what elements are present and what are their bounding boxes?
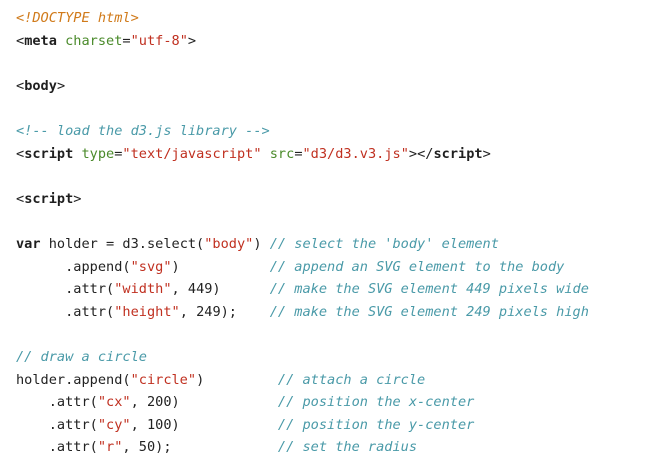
string-literal-token: "width" xyxy=(114,281,172,298)
code-text-token: > xyxy=(73,190,82,207)
comment-token: // position the x-center xyxy=(277,394,475,411)
tag-name-token: meta xyxy=(24,32,57,49)
tag-name-token: script xyxy=(24,190,74,207)
code-text-token: .attr( xyxy=(16,439,98,456)
code-line: <body> xyxy=(16,75,589,98)
code-text-token: ></ xyxy=(408,145,434,162)
string-literal-token: "utf-8" xyxy=(130,32,188,49)
code-line: <script> xyxy=(16,188,589,211)
code-text-token: , 449) xyxy=(171,281,270,298)
code-editor: <!DOCTYPE html> <meta charset="utf-8"> <bo… xyxy=(16,7,589,459)
code-line: .attr("r", 50); // set the radius xyxy=(16,436,589,459)
string-literal-token: "svg" xyxy=(130,258,172,275)
comment-token: // set the radius xyxy=(277,439,418,456)
attribute-name-token: type xyxy=(81,145,115,162)
comment-token: // make the SVG element 249 pixels high xyxy=(269,303,589,320)
string-literal-token: "r" xyxy=(97,439,123,456)
string-literal-token: "cx" xyxy=(97,394,131,411)
code-text-token: holder.append( xyxy=(16,371,131,388)
comment-token: <!-- load the d3.js library --> xyxy=(16,122,270,139)
string-literal-token: "height" xyxy=(114,303,180,320)
code-text-token: ) xyxy=(196,371,278,388)
string-literal-token: "d3/d3.v3.js" xyxy=(302,145,409,162)
code-text-token: .attr( xyxy=(16,416,98,433)
string-literal-token: "cy" xyxy=(97,416,131,433)
code-text-token: ) xyxy=(253,235,270,252)
code-line: .attr("cx", 200) // position the x-cente… xyxy=(16,391,589,414)
code-line: .attr("height", 249); // make the SVG el… xyxy=(16,301,589,324)
comment-token: // append an SVG element to the body xyxy=(269,258,565,275)
code-text-token: .append( xyxy=(16,258,131,275)
code-text-token: < xyxy=(16,145,25,162)
code-text-token: = xyxy=(294,145,303,162)
code-text-token: > xyxy=(482,145,491,162)
keyword-token: var xyxy=(16,235,41,252)
code-text-token: , 100) xyxy=(130,416,278,433)
code-text-token: > xyxy=(56,77,66,94)
code-text-token: , 50); xyxy=(122,439,278,456)
tag-name-token: script xyxy=(433,145,483,162)
code-line: // draw a circle xyxy=(16,346,589,369)
comment-token: // position the y-center xyxy=(277,416,475,433)
comment-token: // attach a circle xyxy=(277,371,426,388)
code-line: .attr("cy", 100) // position the y-cente… xyxy=(16,414,589,437)
comment-token: // select the 'body' element xyxy=(269,235,499,252)
comment-token: // make the SVG element 449 pixels wide xyxy=(269,281,589,298)
string-literal-token: "text/javascript" xyxy=(122,145,262,162)
code-text-token: = xyxy=(122,32,131,49)
code-text-token: < xyxy=(16,190,25,207)
code-line: holder.append("circle") // attach a circ… xyxy=(16,369,589,392)
code-text-token: ) xyxy=(171,258,270,275)
attribute-name-token: src xyxy=(269,145,295,162)
code-text-token: .attr( xyxy=(16,303,115,320)
code-text-token: > xyxy=(187,32,197,49)
code-text-token: .attr( xyxy=(16,281,115,298)
code-text-token: < xyxy=(16,32,25,49)
code-line: .attr("width", 449) // make the SVG elem… xyxy=(16,278,589,301)
code-text-token: .attr( xyxy=(16,394,98,411)
code-line: <!-- load the d3.js library --> xyxy=(16,120,589,143)
string-literal-token: "circle" xyxy=(130,371,197,388)
tag-name-token: body xyxy=(24,77,57,94)
code-line: <meta charset="utf-8"> xyxy=(16,30,589,53)
code-line: <script type="text/javascript" src="d3/d… xyxy=(16,143,589,166)
attribute-name-token: charset xyxy=(65,32,123,49)
code-line: var holder = d3.select("body") // select… xyxy=(16,233,589,256)
tag-name-token: script xyxy=(24,145,74,162)
doctype-token: <!DOCTYPE html> xyxy=(16,10,139,26)
code-text-token: holder = d3.select( xyxy=(40,235,205,252)
string-literal-token: "body" xyxy=(204,235,254,252)
code-line: .append("svg") // append an SVG element … xyxy=(16,256,589,279)
code-line: <!DOCTYPE html> xyxy=(16,7,589,30)
code-text-token: , 249); xyxy=(179,303,270,320)
code-text-token: < xyxy=(16,77,25,94)
code-text-token: , 200) xyxy=(130,394,278,411)
comment-token: // draw a circle xyxy=(16,348,147,365)
